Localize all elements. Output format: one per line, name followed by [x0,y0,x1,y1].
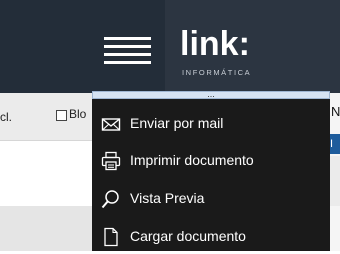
right-column-bar [330,156,340,206]
hamburger-icon [104,37,151,64]
menu-handle[interactable]: ... [92,90,330,99]
menu-item-label: Imprimir documento [130,152,254,168]
menu-item-load-document[interactable]: Cargar documento [92,218,330,254]
menu-item-print-document[interactable]: Imprimir documento [92,142,330,178]
block-checkbox[interactable] [56,110,67,121]
block-checkbox-label: Blo [69,107,87,121]
menu-item-label: Enviar por mail [130,115,224,131]
magnifier-icon [101,189,121,209]
printer-icon [101,151,121,171]
right-column-tab[interactable]: I [330,134,340,154]
menu-item-label: Cargar documento [130,228,246,244]
toolbar-cut-text: cl. [0,110,12,124]
hamburger-menu-button[interactable] [104,35,151,65]
menu-item-send-mail[interactable]: Enviar por mail [92,105,330,141]
document-icon [101,227,121,247]
dropdown-menu: ... Enviar por mail Imprimir documento V… [92,90,330,254]
menu-item-label: Vista Previa [130,190,205,206]
logo-tagline: INFORMÁTICA [182,68,252,77]
menu-item-preview[interactable]: Vista Previa [92,180,330,216]
right-column-letter: N [331,104,340,119]
logo-word: link: [180,25,250,63]
envelope-icon [101,114,121,134]
brand-logo[interactable]: link: INFORMÁTICA [180,26,270,78]
content-panel [0,141,92,206]
